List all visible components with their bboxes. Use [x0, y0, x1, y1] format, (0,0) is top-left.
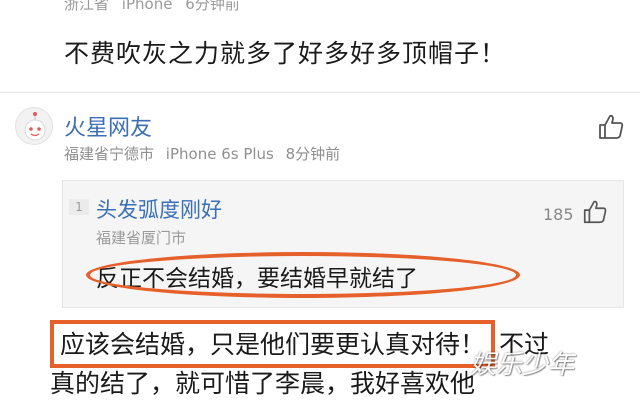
reply-line-2: 真的结了，就可惜了李晨，我好喜欢他	[50, 369, 476, 398]
comment-time: 8分钟前	[285, 145, 341, 163]
comment-like-button[interactable]	[596, 112, 626, 142]
quote-username[interactable]: 头发弧度刚好	[96, 194, 222, 224]
comment-meta: 福建省宁德市 iPhone 6s Plus 8分钟前	[64, 143, 347, 164]
avatar[interactable]	[15, 107, 53, 145]
comment-device: iPhone 6s Plus	[165, 145, 274, 163]
previous-comment-device: iPhone	[121, 0, 173, 13]
reply-highlight-box: 应该会结婚，只是他们要更认真对待！	[50, 320, 496, 368]
annotation-oval	[86, 252, 520, 298]
previous-comment-text: 不费吹灰之力就多了好多好多顶帽子！	[64, 39, 507, 68]
previous-comment-meta: 浙江省 iPhone 6分钟前	[64, 0, 248, 14]
watermark: 娱乐少年	[470, 350, 575, 380]
previous-comment-location: 浙江省	[64, 0, 110, 13]
quote-location: 福建省厦门市	[96, 229, 187, 247]
comment-username[interactable]: 火星网友	[64, 110, 152, 142]
thumbs-up-icon	[583, 200, 607, 224]
thumbs-up-icon	[599, 114, 624, 139]
robot-avatar-icon	[24, 112, 46, 141]
comment-divider	[0, 92, 640, 93]
previous-comment-time: 6分钟前	[185, 0, 240, 13]
quote-floor-index: 1	[69, 199, 89, 215]
comment-location: 福建省宁德市	[64, 145, 155, 163]
quote-like-button[interactable]	[581, 198, 609, 226]
quote-like-count: 185	[543, 205, 574, 224]
